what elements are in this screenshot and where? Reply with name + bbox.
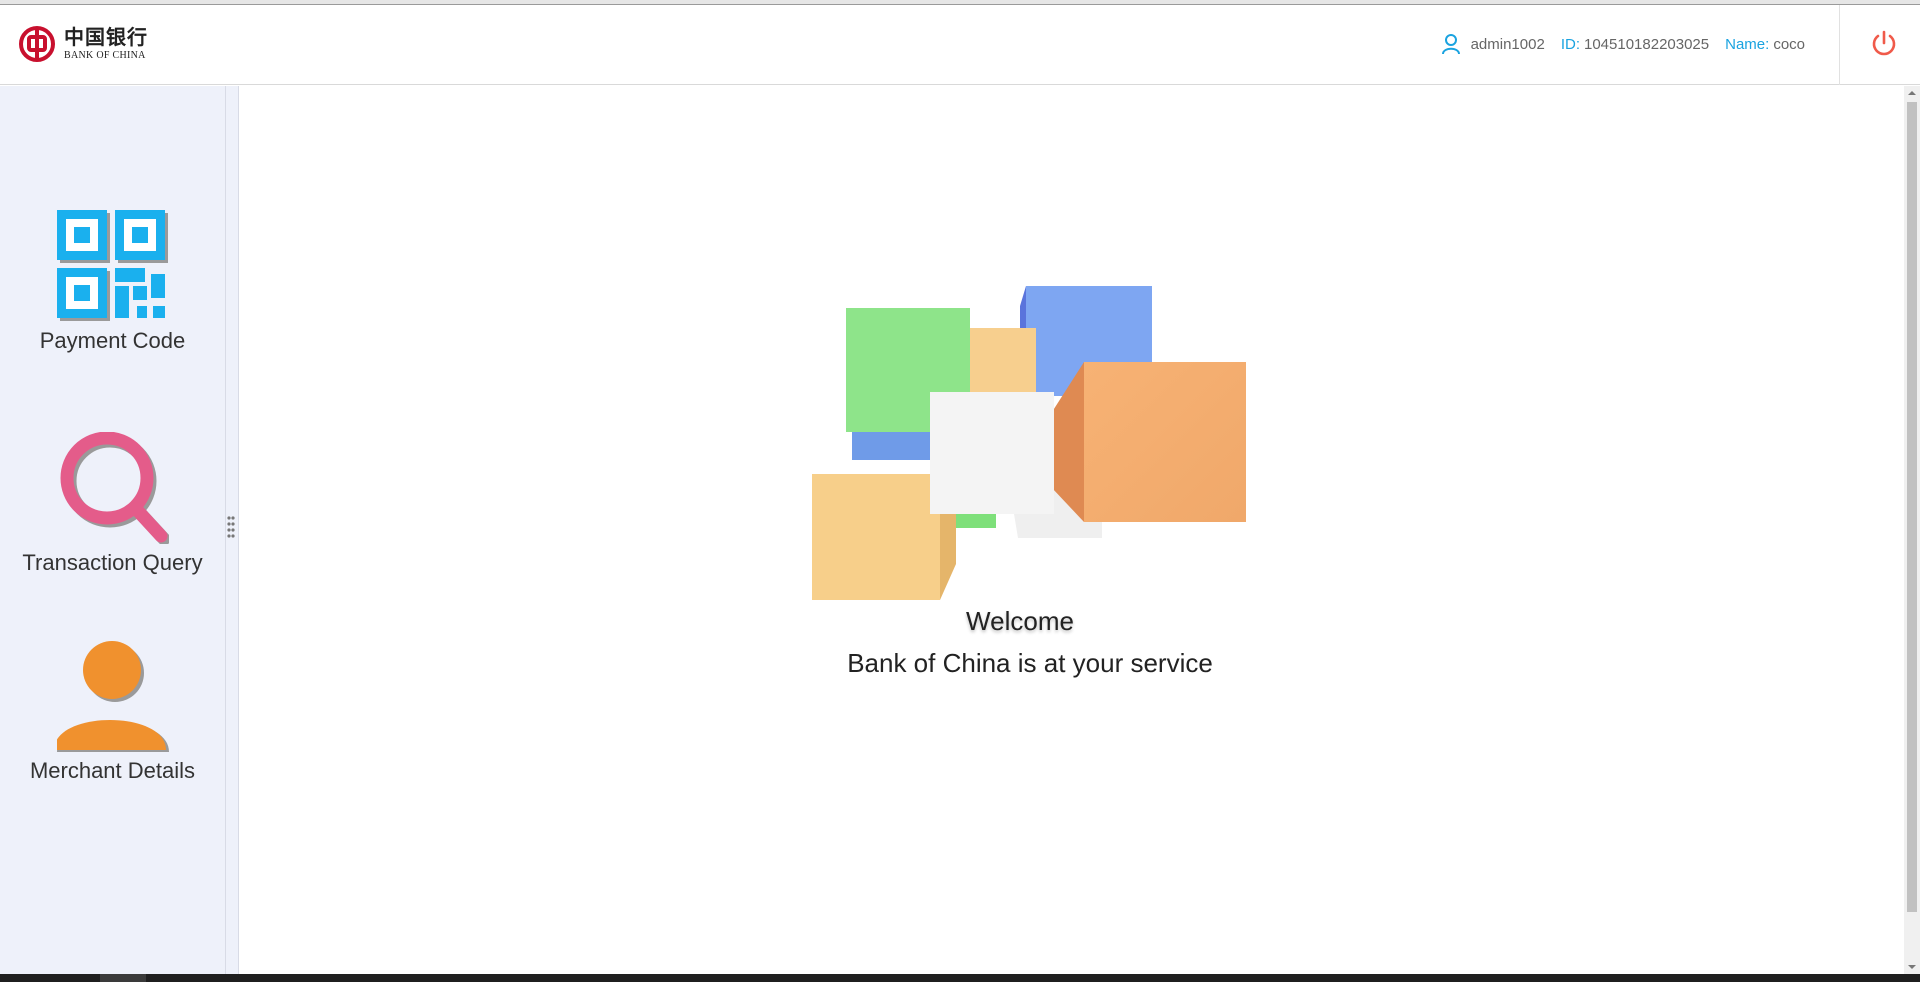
service-subtitle: Bank of China is at your service bbox=[847, 648, 1213, 678]
scroll-down-arrow-icon[interactable] bbox=[1904, 960, 1920, 974]
name-value: coco bbox=[1773, 35, 1805, 53]
header-divider bbox=[1839, 5, 1840, 85]
scrollbar-thumb[interactable] bbox=[1907, 102, 1917, 912]
qr-code-icon bbox=[56, 210, 168, 321]
name-label: Name: bbox=[1725, 35, 1770, 53]
splitter-drag-handle[interactable] bbox=[226, 515, 236, 541]
scroll-up-arrow-icon[interactable] bbox=[1904, 86, 1920, 100]
logout-power-icon[interactable] bbox=[1870, 29, 1898, 59]
username: admin1002 bbox=[1470, 35, 1545, 53]
logo-english-text: BANK OF CHINA bbox=[64, 50, 146, 61]
vertical-scrollbar[interactable] bbox=[1904, 86, 1920, 974]
logo-chinese-text: 中国银行 bbox=[64, 25, 148, 49]
sidebar-item-merchant-details[interactable]: Merchant Details bbox=[0, 640, 225, 784]
user-icon bbox=[56, 641, 169, 752]
sidebar-item-transaction-query[interactable]: Transaction Query bbox=[0, 432, 225, 576]
boc-emblem-icon bbox=[19, 26, 55, 62]
sidebar-item-label: Transaction Query bbox=[22, 550, 203, 575]
sidebar-item-payment-code[interactable]: Payment Code bbox=[0, 210, 225, 354]
top-header: 中国银行 BANK OF CHINA admin1002 ID: 1045101… bbox=[0, 5, 1920, 85]
welcome-cubes-illustration: - bbox=[812, 286, 1246, 600]
id-label: ID: bbox=[1560, 35, 1580, 53]
taskbar-app-button[interactable] bbox=[100, 974, 146, 982]
sidebar-item-label: Merchant Details bbox=[29, 758, 196, 783]
user-info: admin1002 ID: 104510182203025 Name: coco bbox=[1441, 33, 1805, 55]
user-icon bbox=[1441, 34, 1460, 55]
id-value: 104510182203025 bbox=[1583, 35, 1710, 53]
bank-logo[interactable]: 中国银行 BANK OF CHINA bbox=[18, 21, 158, 67]
sidebar-item-label: Payment Code bbox=[39, 328, 186, 353]
search-icon bbox=[60, 432, 169, 544]
os-taskbar bbox=[0, 974, 1920, 982]
welcome-heading: Welcome bbox=[966, 606, 1074, 636]
